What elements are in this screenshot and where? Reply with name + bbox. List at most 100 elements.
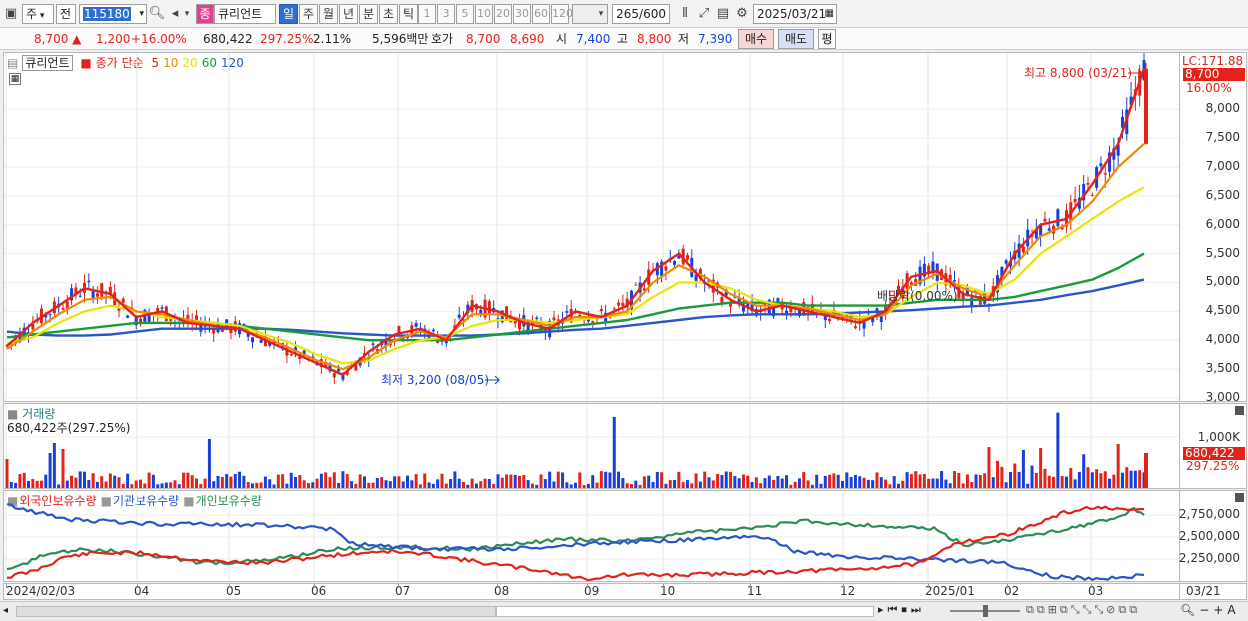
zoom-slider-handle[interactable] — [983, 605, 988, 617]
volume-bar — [177, 484, 181, 488]
data-count-field[interactable]: 265/600 — [612, 4, 670, 24]
volume-bar — [750, 481, 754, 488]
period-button[interactable]: 분 — [359, 4, 378, 24]
volume-bar — [810, 484, 814, 488]
volume-bar — [1129, 470, 1133, 488]
period-button[interactable]: 월 — [319, 4, 338, 24]
volume-bar — [375, 477, 379, 488]
chevron-down-icon[interactable]: ▾ — [595, 4, 607, 24]
horizontal-scrollbar[interactable] — [16, 606, 496, 617]
volume-bar — [806, 480, 810, 488]
market-select[interactable]: 전 — [56, 4, 76, 24]
open-label: 시 — [556, 32, 568, 46]
date-input[interactable]: 2025/03/21 ▦ — [753, 4, 837, 24]
candle — [828, 317, 832, 325]
volume-bar — [263, 476, 267, 488]
zoom-controls[interactable]: 🔍︎−+A — [1180, 603, 1240, 617]
volume-bar — [729, 471, 733, 488]
scroll-left-icon[interactable]: ◂ — [3, 604, 15, 618]
volume-bar — [970, 482, 974, 488]
buy-button[interactable]: 매수 — [738, 29, 774, 49]
interval-button[interactable]: 30 — [513, 4, 531, 24]
candlestick-icon[interactable]: ⫴ — [676, 4, 694, 24]
price-y-tick: 8,000 — [1205, 101, 1240, 116]
volume-bar — [182, 472, 186, 488]
volume-bar — [190, 475, 194, 488]
period-button[interactable]: 주 — [299, 4, 318, 24]
volume-bar — [914, 471, 918, 488]
candle — [87, 273, 91, 289]
interval-button[interactable]: 60 — [532, 4, 550, 24]
holdings-line — [6, 507, 1145, 571]
volume-bar — [1034, 472, 1038, 488]
volume-bar — [974, 474, 978, 488]
window-menu-icon[interactable]: ▣ — [2, 4, 20, 24]
period-button[interactable]: 틱 — [399, 4, 418, 24]
data-count-max: /600 — [639, 7, 666, 21]
interval-button[interactable]: 3 — [437, 4, 455, 24]
volume-bar — [220, 476, 224, 488]
ma-line-10 — [6, 143, 1145, 371]
volume-bar — [1026, 483, 1030, 488]
candle — [126, 314, 130, 319]
period-button[interactable]: 년 — [339, 4, 358, 24]
volume-bar — [677, 471, 681, 488]
chevron-down-icon[interactable]: ▾ — [182, 4, 192, 24]
interval-button[interactable]: 20 — [494, 4, 512, 24]
volume-bar — [965, 474, 969, 488]
volume-bar — [315, 478, 319, 488]
volume-bar — [27, 480, 31, 488]
volume-bar — [905, 472, 909, 488]
calendar-icon[interactable]: ▦ — [825, 5, 834, 23]
volume-bar — [509, 474, 513, 488]
volume-bar — [763, 478, 767, 488]
volume-bar — [410, 480, 414, 488]
interval-button[interactable]: 10 — [475, 4, 493, 24]
interval-button[interactable]: 5 — [456, 4, 474, 24]
volume-bar — [462, 482, 466, 488]
panel-close-icon[interactable] — [1235, 406, 1244, 415]
stock-code-input[interactable]: 115180 ▾ — [79, 4, 147, 24]
volume-bar — [1017, 471, 1021, 488]
volume-bar — [522, 475, 526, 488]
holdings-y-axis: 2,750,000 2,500,000 2,250,000 — [1179, 490, 1247, 582]
gear-icon[interactable]: ⚙ — [733, 4, 751, 24]
volume-bar — [823, 475, 827, 488]
price-y-tick: 4,500 — [1205, 303, 1240, 318]
holdings-panel[interactable]: ■외국인보유수량 ■기관보유수량 ■개인보유수량 — [3, 490, 1180, 582]
period-button[interactable]: 일 — [279, 4, 298, 24]
volume-bar — [741, 474, 745, 488]
volume-bar — [991, 477, 995, 488]
x-axis-tick — [750, 584, 751, 588]
eval-button[interactable]: 평 — [818, 29, 836, 49]
volume-bars — [5, 412, 1148, 488]
scrollbar-thumb[interactable] — [496, 606, 874, 617]
price-chart-panel[interactable]: ▤ 큐리언트 ■ 종가 단순 5 10 20 60 120 ▦ 최고 8,800 (03/2… — [3, 52, 1180, 402]
line-tool-icon[interactable]: ⤢ — [695, 4, 713, 24]
volume-bar — [311, 482, 315, 488]
price-chart-svg: 최고 8,800 (03/21) 최저 3,200 (08/05) 배당락(0.00… — [4, 53, 1179, 401]
x-axis-label: 2025/01 — [925, 584, 975, 598]
sell-button[interactable]: 매도 — [778, 29, 814, 49]
interval-button[interactable]: 120 — [551, 4, 573, 24]
volume-bar — [324, 472, 328, 488]
candle — [70, 283, 74, 306]
chevron-down-icon[interactable]: ▾ — [139, 5, 144, 23]
search-icon[interactable]: 🔍︎ — [148, 4, 166, 24]
stock-code-value: 115180 — [83, 7, 131, 21]
volume-panel[interactable]: ■ 거래량 680,422주(297.25%) — [3, 403, 1180, 489]
playback-controls[interactable]: ▸⏮⏹⏭ — [878, 603, 925, 617]
period-type-select[interactable]: 주 ▾ — [22, 4, 54, 24]
volume-bar — [759, 483, 763, 488]
x-axis-tick — [663, 584, 664, 588]
volume-bar — [797, 478, 801, 488]
drawing-tools-icons[interactable]: ⧉⧉⊞⧉⤡⤡⤡⊘⧉⧉ — [1026, 603, 1140, 617]
period-button[interactable]: 초 — [379, 4, 398, 24]
period-type-value: 주 — [26, 7, 38, 21]
panel-close-icon[interactable] — [1235, 493, 1244, 502]
save-icon[interactable]: ▤ — [714, 4, 732, 24]
volume-bar — [306, 483, 310, 488]
volume-bar — [978, 475, 982, 488]
interval-button[interactable]: 1 — [418, 4, 436, 24]
volume-bar — [1086, 467, 1090, 488]
